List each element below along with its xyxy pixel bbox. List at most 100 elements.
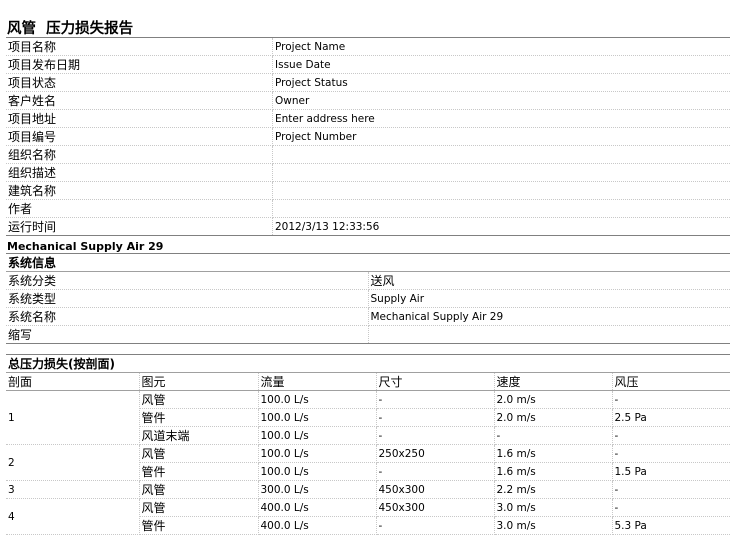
project-info-row: 项目状态 Project Status	[6, 73, 730, 92]
project-info-row: 组织名称	[6, 145, 730, 164]
size-cell: 250x250	[376, 444, 495, 463]
project-info-row: 组织描述	[6, 163, 730, 182]
project-info-value: Project Number	[272, 127, 730, 146]
element-cell: 风管	[139, 444, 259, 463]
project-info-row: 作者	[6, 199, 730, 218]
pressure-loss-row: 3 风管 300.0 L/s 450x300 2.2 m/s -	[6, 480, 730, 499]
project-info-value	[272, 145, 730, 164]
section-number: 3	[6, 480, 140, 499]
column-header-element: 图元	[139, 372, 259, 391]
flow-cell: 100.0 L/s	[258, 390, 377, 409]
project-info-value	[272, 181, 730, 200]
project-info-row: 建筑名称	[6, 181, 730, 200]
pressure-cell: -	[612, 480, 730, 499]
column-header-pressure: 风压	[612, 372, 730, 391]
column-header-flow: 流量	[258, 372, 377, 391]
project-info-label: 项目编号	[6, 127, 273, 146]
pressure-loss-column-header-row: 剖面 图元 流量 尺寸 速度 风压	[6, 372, 730, 391]
system-info-heading-row: 系统信息	[6, 253, 730, 272]
velocity-cell: 2.0 m/s	[494, 390, 613, 409]
project-info-row: 项目名称 Project Name	[6, 37, 730, 56]
pressure-cell: 1.5 Pa	[612, 462, 730, 481]
size-cell: -	[376, 408, 495, 427]
size-cell: -	[376, 390, 495, 409]
project-info-label: 建筑名称	[6, 181, 273, 200]
system-info-label: 系统类型	[6, 289, 369, 308]
flow-cell: 400.0 L/s	[258, 516, 377, 535]
project-info-value: Project Status	[272, 73, 730, 92]
pressure-cell: -	[612, 426, 730, 445]
project-info-label: 项目发布日期	[6, 55, 273, 74]
project-info-label: 组织描述	[6, 163, 273, 182]
system-info-table: 系统信息 系统分类 送风 系统类型 Supply Air 系统名称 Mechanical …	[6, 253, 730, 344]
size-cell: 450x300	[376, 498, 495, 517]
column-header-velocity: 速度	[494, 372, 613, 391]
pressure-loss-row: 1 风管 100.0 L/s -2.0 m/s -	[6, 390, 730, 445]
system-info-heading: 系统信息	[6, 253, 730, 272]
project-info-label: 客户姓名	[6, 91, 273, 110]
system-info-row: 系统分类 送风	[6, 271, 730, 290]
flow-cell: 400.0 L/s	[258, 498, 377, 517]
column-header-section: 剖面	[6, 372, 140, 391]
project-info-label: 项目状态	[6, 73, 273, 92]
project-info-value: Enter address here	[272, 109, 730, 128]
flow-cell: 300.0 L/s	[258, 480, 377, 499]
project-info-label: 项目地址	[6, 109, 273, 128]
project-info-row: 运行时间 2012/3/13 12:33:56	[6, 217, 730, 236]
project-info-row: 项目地址 Enter address here	[6, 109, 730, 128]
system-info-row: 系统名称 Mechanical Supply Air 29	[6, 307, 730, 326]
column-header-size: 尺寸	[376, 372, 495, 391]
project-info-label: 作者	[6, 199, 273, 218]
pressure-cell: -	[612, 390, 730, 409]
project-info-table: 项目名称 Project Name 项目发布日期 Issue Date 项目状态 Proj…	[6, 37, 730, 236]
system-info-label: 缩写	[6, 325, 369, 344]
flow-cell: 100.0 L/s	[258, 444, 377, 463]
report-title: 风管 压力损失报告	[7, 21, 134, 37]
project-info-value: Owner	[272, 91, 730, 110]
project-info-value	[272, 199, 730, 218]
element-cell: 风管	[139, 480, 259, 499]
pressure-cell: 2.5 Pa	[612, 408, 730, 427]
system-info-label: 系统分类	[6, 271, 369, 290]
project-info-row: 项目编号 Project Number	[6, 127, 730, 146]
pressure-cell: -	[612, 498, 730, 517]
size-cell: -	[376, 426, 495, 445]
project-info-row: 客户姓名 Owner	[6, 91, 730, 110]
velocity-cell: 2.0 m/s	[494, 408, 613, 427]
element-cell: 管件	[139, 408, 259, 427]
element-cell: 管件	[139, 516, 259, 535]
element-cell: 风管	[139, 390, 259, 409]
section-number: 4	[6, 498, 140, 535]
pressure-loss-row: 2 风管 100.0 L/s 250x250 1.6 m/s -	[6, 444, 730, 481]
pressure-loss-heading-row: 总压力损失(按剖面)	[6, 354, 730, 373]
project-info-value: Issue Date	[272, 55, 730, 74]
project-info-value: 2012/3/13 12:33:56	[272, 217, 730, 236]
velocity-cell: 3.0 m/s	[494, 516, 613, 535]
flow-cell: 100.0 L/s	[258, 462, 377, 481]
flow-cell: 100.0 L/s	[258, 426, 377, 445]
velocity-cell: -	[494, 426, 613, 445]
system-info-value: 送风	[368, 271, 730, 290]
system-name-heading: Mechanical Supply Air 29	[7, 240, 164, 253]
system-info-row: 缩写	[6, 325, 730, 344]
system-info-value: Supply Air	[368, 289, 730, 308]
pressure-cell: -	[612, 444, 730, 463]
element-cell: 风管	[139, 498, 259, 517]
project-info-value	[272, 163, 730, 182]
pressure-cell: 5.3 Pa	[612, 516, 730, 535]
size-cell: -	[376, 516, 495, 535]
section-number: 1	[6, 390, 140, 445]
element-cell: 风道末端	[139, 426, 259, 445]
system-info-value	[368, 325, 730, 344]
project-info-label: 项目名称	[6, 37, 273, 56]
velocity-cell: 3.0 m/s	[494, 498, 613, 517]
velocity-cell: 2.2 m/s	[494, 480, 613, 499]
pressure-loss-table: 总压力损失(按剖面) 剖面 图元 流量 尺寸 速度 风压 1 风管 100.0 L/…	[6, 354, 730, 535]
velocity-cell: 1.6 m/s	[494, 444, 613, 463]
system-info-value: Mechanical Supply Air 29	[368, 307, 730, 326]
size-cell: -	[376, 462, 495, 481]
flow-cell: 100.0 L/s	[258, 408, 377, 427]
element-cell: 管件	[139, 462, 259, 481]
project-info-value: Project Name	[272, 37, 730, 56]
project-info-label: 运行时间	[6, 217, 273, 236]
